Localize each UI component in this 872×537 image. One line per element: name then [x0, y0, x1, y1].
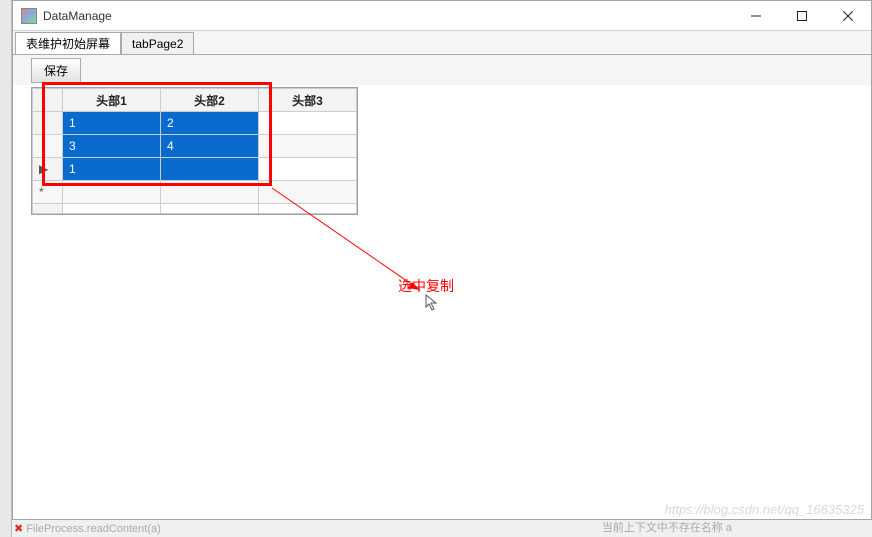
- window-title: DataManage: [43, 9, 733, 23]
- maximize-button[interactable]: [779, 1, 825, 30]
- save-button[interactable]: 保存: [31, 58, 81, 83]
- column-header-1[interactable]: 头部1: [63, 89, 161, 112]
- row-header[interactable]: ▶: [33, 158, 63, 181]
- grid-cell[interactable]: [63, 181, 161, 204]
- content-area: 头部1 头部2 头部3 1234▶1*: [13, 85, 871, 519]
- grid-cell[interactable]: [259, 158, 357, 181]
- grid-corner[interactable]: [33, 89, 63, 112]
- grid-cell[interactable]: 4: [161, 135, 259, 158]
- grid-cell[interactable]: [259, 135, 357, 158]
- table-row[interactable]: 34: [33, 135, 357, 158]
- ide-footer-right: 当前上下文中不存在名称 a: [602, 519, 732, 535]
- column-header-2[interactable]: 头部2: [161, 89, 259, 112]
- tab-strip: 表维护初始屏幕 tabPage2: [13, 31, 871, 55]
- row-header[interactable]: *: [33, 181, 63, 204]
- grid-cell[interactable]: [161, 158, 259, 181]
- app-window: DataManage 表维护初始屏幕 tabPage2 保存: [12, 0, 872, 520]
- close-button[interactable]: [825, 1, 871, 30]
- tab-label: tabPage2: [132, 37, 183, 51]
- titlebar[interactable]: DataManage: [13, 1, 871, 31]
- data-grid[interactable]: 头部1 头部2 头部3 1234▶1*: [31, 87, 358, 215]
- table-row[interactable]: *: [33, 181, 357, 204]
- window-controls: [733, 1, 871, 30]
- table-row[interactable]: 12: [33, 112, 357, 135]
- ide-left-strip: [0, 0, 12, 537]
- table-row-partial: [33, 204, 357, 214]
- column-header-3[interactable]: 头部3: [259, 89, 357, 112]
- error-icon: ✖: [14, 523, 26, 535]
- grid-cell[interactable]: 2: [161, 112, 259, 135]
- tab-maintenance[interactable]: 表维护初始屏幕: [15, 32, 121, 54]
- toolbar: 保存: [13, 55, 871, 85]
- grid-cell[interactable]: [259, 112, 357, 135]
- table-row[interactable]: ▶1: [33, 158, 357, 181]
- minimize-button[interactable]: [733, 1, 779, 30]
- tab-page2[interactable]: tabPage2: [121, 32, 194, 54]
- row-header[interactable]: [33, 112, 63, 135]
- row-header[interactable]: [33, 135, 63, 158]
- grid-cell[interactable]: 3: [63, 135, 161, 158]
- grid-cell[interactable]: 1: [63, 112, 161, 135]
- tab-label: 表维护初始屏幕: [26, 35, 110, 52]
- ide-footer-left: ✖ FileProcess.readContent(a): [14, 522, 161, 535]
- app-icon: [21, 8, 37, 24]
- grid-cell[interactable]: [161, 181, 259, 204]
- grid-cell[interactable]: 1: [63, 158, 161, 181]
- grid-cell[interactable]: [259, 181, 357, 204]
